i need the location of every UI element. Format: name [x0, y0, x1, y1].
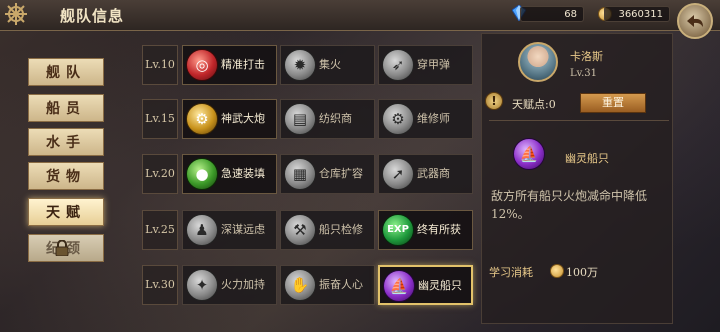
gold-count: 3660311: [604, 6, 670, 22]
talent-cell[interactable]: ✹ 集火: [280, 45, 375, 85]
shell-icon: ➶: [382, 49, 414, 81]
cost-value: 100万: [566, 266, 598, 279]
page-title: 舰队信息: [60, 7, 125, 25]
cost-label: 学习消耗: [489, 266, 533, 279]
talent-label: 精准打击: [221, 58, 265, 71]
reset-button[interactable]: 重置: [580, 93, 646, 113]
talent-cell[interactable]: ➚ 武器商: [378, 154, 473, 194]
cannonballs-icon: ●: [186, 158, 218, 190]
talent-label: 终有所获: [417, 223, 461, 236]
gem-count: 68: [520, 6, 584, 22]
captain-level: Lv.31: [570, 68, 598, 79]
talent-row: Lv.20 ● 急速装填 ▦ 仓库扩容 ➚ 武器商: [142, 152, 476, 196]
exp-icon: EXP: [382, 214, 414, 246]
talent-cell[interactable]: ♟ 深谋远虑: [182, 210, 277, 250]
talent-cell[interactable]: ⚙ 维修师: [378, 99, 473, 139]
strategist-icon: ♟: [186, 214, 218, 246]
talent-row: Lv.30 ✦ 火力加持 ✋ 振奋人心 ⛵ 幽灵船只: [142, 263, 476, 307]
ship-repair-icon: ⚒: [284, 214, 316, 246]
talent-cell[interactable]: ▦ 仓库扩容: [280, 154, 375, 194]
menu-crew[interactable]: 船员: [28, 94, 104, 122]
talent-cell[interactable]: ⚒ 船只检修: [280, 210, 375, 250]
talent-cell[interactable]: ✋ 振奋人心: [280, 265, 375, 305]
divider: [489, 120, 669, 121]
lock-icon: [55, 240, 69, 256]
talent-cell[interactable]: EXP 终有所获: [378, 210, 473, 250]
menu-talent[interactable]: 天赋: [28, 198, 104, 226]
captain-avatar[interactable]: [518, 42, 558, 82]
talent-row-level: Lv.15: [142, 99, 178, 139]
target-icon: ◎: [186, 49, 218, 81]
talent-cell[interactable]: ◎ 精准打击: [182, 45, 277, 85]
ghost-ship-icon: ⛵: [513, 138, 545, 170]
talent-cell[interactable]: ▤ 纺织商: [280, 99, 375, 139]
talent-cell[interactable]: ● 急速装填: [182, 154, 277, 194]
menu-locked[interactable]: 纪颈: [28, 234, 104, 262]
talent-cell[interactable]: ⚙ 神武大炮: [182, 99, 277, 139]
menu-sailors[interactable]: 水手: [28, 128, 104, 156]
talent-row-level: Lv.10: [142, 45, 178, 85]
talent-label: 维修师: [417, 112, 450, 125]
back-arrow-icon: [687, 15, 703, 27]
top-bar: 舰队信息 68 3660311: [0, 0, 720, 31]
burst-icon: ✹: [284, 49, 316, 81]
back-button[interactable]: [677, 3, 713, 39]
talent-label: 深谋远虑: [221, 223, 265, 236]
talent-grid: Lv.10 ◎ 精准打击 ✹ 集火 ➶ 穿甲弹 Lv.15 ⚙ 神武大炮 ▤ 纺织商 ⚙ 维修师 Lv.20…: [142, 43, 474, 315]
talent-label: 幽灵船只: [418, 279, 462, 292]
menu-fleet[interactable]: 舰队: [28, 58, 104, 86]
talent-cell[interactable]: ⛵ 幽灵船只: [378, 265, 473, 305]
talent-label: 穿甲弹: [417, 58, 450, 71]
talent-row: Lv.25 ♟ 深谋远虑 ⚒ 船只检修 EXP 终有所获: [142, 208, 476, 252]
exclamation-icon[interactable]: !: [485, 92, 503, 110]
talent-row-level: Lv.20: [142, 154, 178, 194]
menu-cargo[interactable]: 货物: [28, 162, 104, 190]
talent-label: 神武大炮: [221, 112, 265, 125]
gold-coin-icon: [550, 264, 564, 278]
talent-row-level: Lv.25: [142, 210, 178, 250]
talent-label: 纺织商: [319, 112, 352, 125]
talent-row: Lv.10 ◎ 精准打击 ✹ 集火 ➶ 穿甲弹: [142, 43, 476, 87]
talent-row-level: Lv.30: [142, 265, 178, 305]
talent-row: Lv.15 ⚙ 神武大炮 ▤ 纺织商 ⚙ 维修师: [142, 97, 476, 141]
crates-icon: ▦: [284, 158, 316, 190]
captain-name: 卡洛斯: [570, 50, 603, 63]
talent-label: 武器商: [417, 167, 450, 180]
talent-label: 急速装填: [221, 167, 265, 180]
ship-wheel-icon: [5, 3, 27, 25]
talent-label: 船只检修: [319, 223, 363, 236]
talent-cell[interactable]: ➶ 穿甲弹: [378, 45, 473, 85]
ghost-ship-icon: ⛵: [383, 270, 415, 302]
talent-cell[interactable]: ✦ 火力加持: [182, 265, 277, 305]
talent-label: 振奋人心: [319, 278, 363, 291]
talent-label: 火力加持: [221, 278, 265, 291]
gear-icon: ⚙: [382, 103, 414, 135]
talent-label: 仓库扩容: [319, 167, 363, 180]
cloth-icon: ▤: [284, 103, 316, 135]
talent-label: 集火: [319, 58, 341, 71]
cannon-icon: ⚙: [186, 103, 218, 135]
musket-icon: ➚: [382, 158, 414, 190]
talent-points: 天赋点:0: [512, 98, 556, 111]
cheer-icon: ✋: [284, 269, 316, 301]
fire-icon: ✦: [186, 269, 218, 301]
selected-talent-description: 敌方所有船只火炮减命中降低12%。: [491, 189, 648, 221]
selected-talent-name: 幽灵船只: [565, 152, 609, 165]
